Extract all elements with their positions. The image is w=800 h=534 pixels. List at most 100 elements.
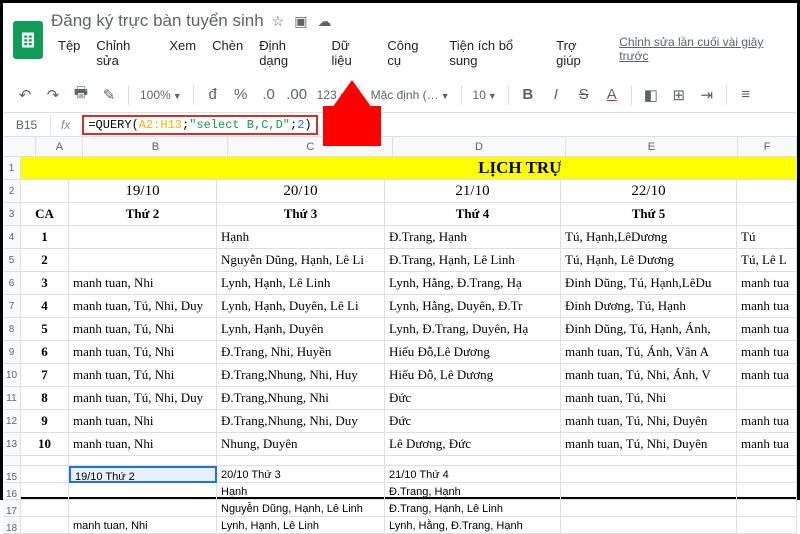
cell[interactable]: manh tuan, Tú, Nhi bbox=[561, 387, 737, 410]
menu-tools[interactable]: Công cụ bbox=[380, 35, 440, 71]
cell[interactable] bbox=[561, 456, 737, 466]
row-header[interactable]: 7 bbox=[3, 295, 21, 318]
menu-data[interactable]: Dữ liệu bbox=[325, 35, 379, 71]
cell[interactable]: Lynh, Hằng, Đ.Trang, Hạ bbox=[385, 272, 561, 295]
cell[interactable]: Thứ 5 bbox=[561, 203, 737, 226]
menu-help[interactable]: Trợ giúp bbox=[549, 35, 609, 71]
cell[interactable]: manh tuan, Tú, Nhi, Duyên bbox=[561, 410, 737, 433]
cell[interactable] bbox=[737, 500, 797, 517]
cell[interactable]: Lynh, Hạnh, Duyên bbox=[217, 318, 385, 341]
cell[interactable] bbox=[561, 157, 737, 180]
row-header[interactable]: 10 bbox=[3, 364, 21, 387]
row-header[interactable]: 5 bbox=[3, 249, 21, 272]
cell[interactable]: manh tua bbox=[737, 433, 797, 456]
cell[interactable]: manh tuan, Nhi bbox=[69, 517, 217, 534]
font-size[interactable]: 10▼ bbox=[469, 88, 501, 102]
cell[interactable]: manh tuan, Tú, Nhi, Duyên bbox=[561, 433, 737, 456]
cell[interactable]: 19/10 bbox=[69, 180, 217, 203]
cell[interactable] bbox=[561, 500, 737, 517]
col-header-b[interactable]: B bbox=[83, 137, 228, 156]
cell[interactable]: Lynh, Hằng, Đ.Trang, Hạnh bbox=[385, 517, 561, 534]
cell[interactable] bbox=[69, 483, 217, 500]
menu-format[interactable]: Định dạng bbox=[252, 35, 322, 71]
redo-button[interactable]: ↷ bbox=[41, 82, 65, 108]
print-button[interactable]: 🖶 bbox=[69, 82, 93, 108]
cell[interactable]: 9 bbox=[21, 410, 69, 433]
cell[interactable]: 8 bbox=[21, 387, 69, 410]
name-box[interactable]: B15 bbox=[3, 115, 51, 135]
percent-button[interactable]: % bbox=[229, 82, 253, 108]
last-edit-link[interactable]: Chỉnh sửa lần cuối vài giây trước bbox=[619, 35, 787, 71]
cell[interactable]: Đức bbox=[385, 410, 561, 433]
menu-file[interactable]: Tệp bbox=[51, 35, 87, 71]
dec-increase-button[interactable]: .00 bbox=[285, 82, 309, 108]
cell[interactable] bbox=[737, 466, 797, 483]
row-header[interactable]: 18 bbox=[3, 517, 21, 534]
cell[interactable]: manh tuan, Tú, Ánh, Vân A bbox=[561, 341, 737, 364]
row-header[interactable]: 13 bbox=[3, 433, 21, 456]
col-header-a[interactable]: A bbox=[36, 137, 83, 156]
row-header[interactable] bbox=[3, 456, 21, 466]
undo-button[interactable]: ↶ bbox=[13, 82, 37, 108]
cell[interactable]: 10 bbox=[21, 433, 69, 456]
cell[interactable]: Đ.Trang,Nhung, Nhi bbox=[217, 387, 385, 410]
borders-button[interactable]: ⊞ bbox=[667, 82, 691, 108]
cell[interactable]: Nhung, Duyên bbox=[217, 433, 385, 456]
title-cell[interactable]: LỊCH TRỰC BÀN 19/10 - 25/10 bbox=[385, 157, 561, 180]
cell[interactable]: 4 bbox=[21, 295, 69, 318]
cell[interactable]: Đ.Trang, Nhi, Huyền bbox=[217, 341, 385, 364]
cell[interactable]: 21/10 Thứ 4 bbox=[385, 466, 561, 483]
cell[interactable]: manh tua bbox=[737, 341, 797, 364]
cell[interactable] bbox=[217, 157, 385, 180]
star-icon[interactable]: ☆ bbox=[272, 13, 285, 30]
cell[interactable]: 21/10 bbox=[385, 180, 561, 203]
cell[interactable]: Hạnh bbox=[217, 483, 385, 500]
cell[interactable] bbox=[737, 456, 797, 466]
cell[interactable]: Lynh, Hạnh, Duyên, Lê Li bbox=[217, 295, 385, 318]
row-header[interactable]: 3 bbox=[3, 203, 21, 226]
row-header[interactable]: 11 bbox=[3, 387, 21, 410]
folder-icon[interactable]: ▣ bbox=[294, 13, 307, 30]
sheets-logo[interactable] bbox=[13, 21, 43, 59]
cell[interactable]: manh tuan, Tú, Nhi, Duy bbox=[69, 387, 217, 410]
cell[interactable]: manh tua bbox=[737, 318, 797, 341]
formula-bar[interactable]: =QUERY(A2:H13;"select B,C,D";2) bbox=[80, 113, 797, 137]
cell[interactable]: Đ.Trang,Nhung, Nhi, Duy bbox=[217, 410, 385, 433]
cell[interactable] bbox=[21, 180, 69, 203]
row-header[interactable]: 2 bbox=[3, 180, 21, 203]
cell[interactable] bbox=[69, 456, 217, 466]
cell[interactable]: Thứ 3 bbox=[217, 203, 385, 226]
font-select[interactable]: Mặc định (…▼ bbox=[367, 88, 454, 102]
cell[interactable]: manh tuan, Tú, Nhi, Ánh, V bbox=[561, 364, 737, 387]
dec-decrease-button[interactable]: .0 bbox=[257, 82, 281, 108]
cell[interactable]: Lynh, Hằng, Duyên, Đ.Tr bbox=[385, 295, 561, 318]
fill-color-button[interactable]: ◧ bbox=[639, 82, 663, 108]
cell[interactable]: Lynh, Hạnh, Lê Linh bbox=[217, 272, 385, 295]
cell[interactable] bbox=[737, 203, 797, 226]
cell[interactable]: manh tuan, Tú, Nhi, Duy bbox=[69, 295, 217, 318]
cell[interactable]: manh tua bbox=[737, 364, 797, 387]
row-header[interactable]: 15 bbox=[3, 466, 21, 483]
text-color-button[interactable]: A bbox=[600, 82, 624, 108]
zoom-select[interactable]: 100%▼ bbox=[136, 88, 186, 102]
cell[interactable]: Đinh Dũng, Tú, Hạnh, Ánh, bbox=[561, 318, 737, 341]
cell[interactable]: Đ.Trang, Hạnh, Lê Linh bbox=[385, 249, 561, 272]
cell[interactable]: Nguyễn Dũng, Hạnh, Lê Li bbox=[217, 249, 385, 272]
paint-format-button[interactable]: ✎ bbox=[97, 82, 121, 108]
cloud-icon[interactable]: ☁ bbox=[317, 13, 331, 30]
cell[interactable]: Lynh, Đ.Trang, Duyên, Hạ bbox=[385, 318, 561, 341]
cell[interactable]: Đinh Dũng, Tú, Hạnh,LêDu bbox=[561, 272, 737, 295]
cell[interactable]: Hiếu Đỗ,Lê Dương bbox=[385, 341, 561, 364]
cell[interactable]: manh tuan, Nhi bbox=[69, 433, 217, 456]
cell[interactable] bbox=[21, 500, 69, 517]
cell[interactable]: manh tuan, Nhi bbox=[69, 272, 217, 295]
menu-insert[interactable]: Chèn bbox=[205, 35, 250, 71]
cell[interactable]: manh tuan, Tú, Nhi bbox=[69, 318, 217, 341]
col-header-f[interactable]: F bbox=[738, 137, 797, 156]
cell[interactable] bbox=[21, 157, 69, 180]
cell[interactable]: manh tua bbox=[737, 410, 797, 433]
cell[interactable]: 7 bbox=[21, 364, 69, 387]
cell[interactable]: manh tua bbox=[737, 272, 797, 295]
cell[interactable]: 3 bbox=[21, 272, 69, 295]
cell[interactable] bbox=[561, 466, 737, 483]
